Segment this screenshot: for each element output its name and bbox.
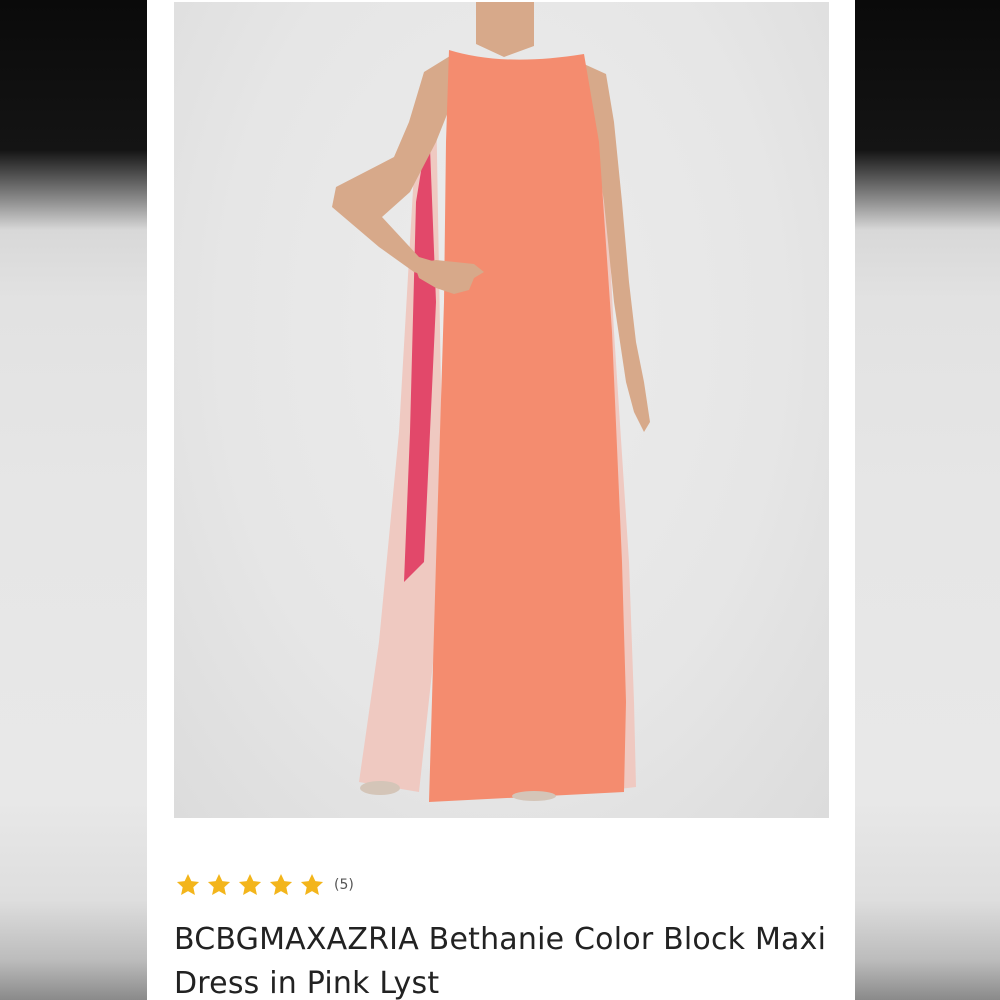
dress-illustration [332,2,650,802]
star-icon [299,872,325,898]
product-card: (5) BCBGMAXAZRIA Bethanie Color Block Ma… [147,0,855,1000]
star-icon [237,872,263,898]
star-icon [206,872,232,898]
star-rating[interactable]: (5) [175,870,354,900]
review-count[interactable]: (5) [334,877,354,893]
product-image[interactable] [174,2,829,818]
left-blurred-backdrop [0,0,147,1000]
right-blurred-backdrop [855,0,1000,1000]
product-title[interactable]: BCBGMAXAZRIA Bethanie Color Block Maxi D… [174,918,834,1000]
star-icon [175,872,201,898]
star-icon [268,872,294,898]
